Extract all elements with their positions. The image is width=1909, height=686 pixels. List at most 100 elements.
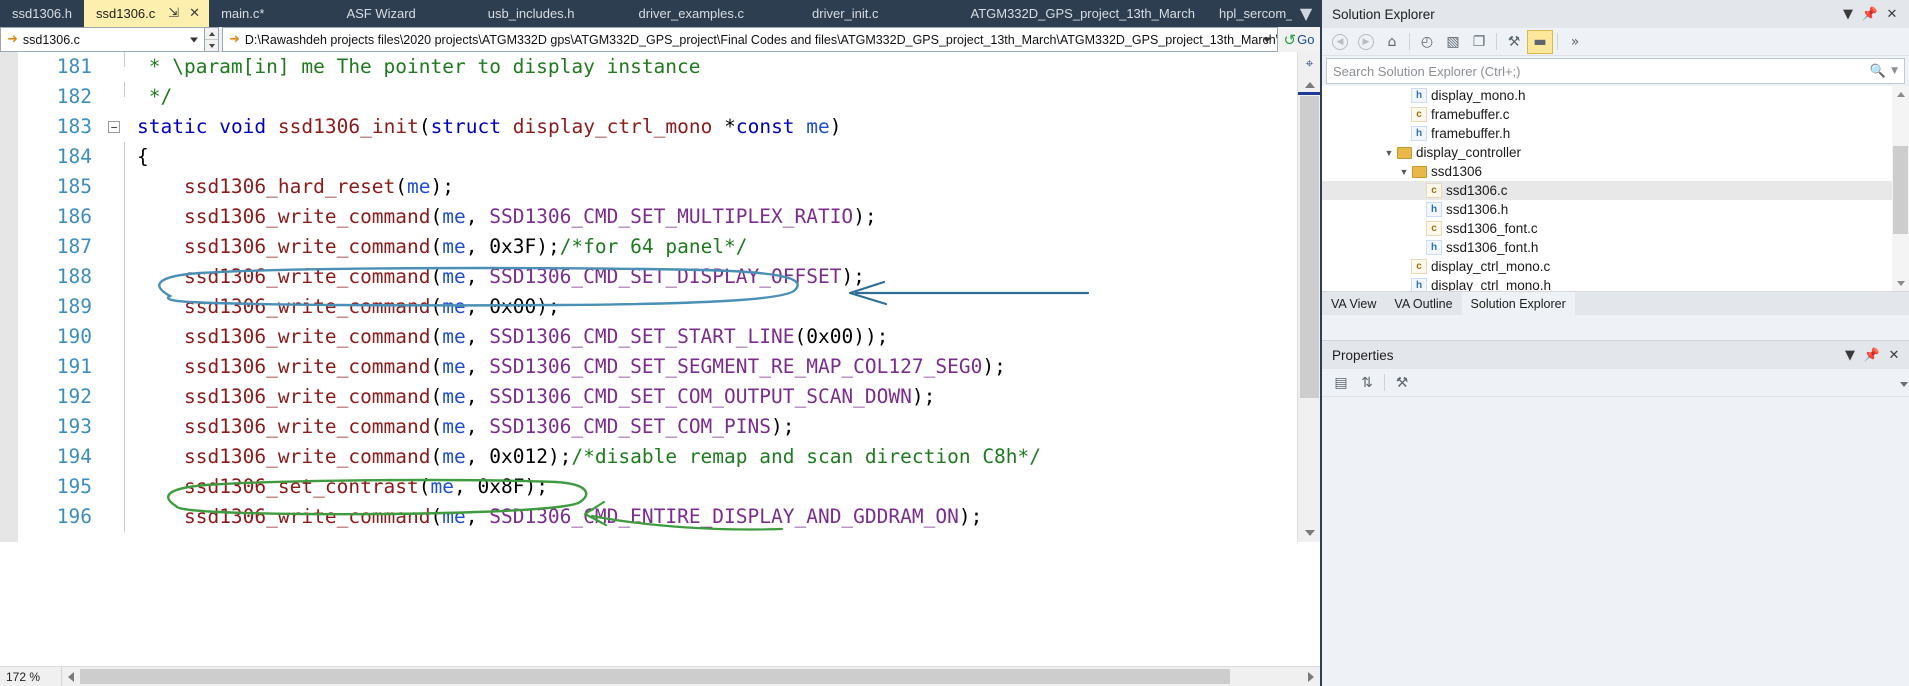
code-line-row[interactable]: 193 ssd1306_write_command(me, SSD1306_CM… [0,412,1297,442]
editor-tab-usb-includes-h[interactable]: usb_includes.h [476,0,587,27]
editor-tab-ssd1306-c[interactable]: ssd1306.c ⇲ ✕ [84,0,210,27]
search-solution-explorer-input[interactable]: Search Solution Explorer (Ctrl+;) 🔍 ▼ [1326,58,1905,84]
tree-item-display-ctrl-mono-c[interactable]: c display_ctrl_mono.c [1322,257,1909,276]
solution-explorer-scroll-thumb[interactable] [1893,146,1908,234]
code-line-text[interactable]: ssd1306_write_command(me, 0x3F);/*for 64… [125,232,1297,262]
properties-wrench-icon[interactable]: ⚒ [1501,30,1527,54]
code-line-text[interactable]: */ [125,82,1297,112]
close-icon[interactable]: ✕ [184,7,205,20]
horizontal-scroll-thumb[interactable] [80,669,1230,684]
close-icon[interactable]: ✕ [1881,3,1903,25]
code-line-row[interactable]: 195 ssd1306_set_contrast(me, 0x8F); [0,472,1297,502]
code-line-text[interactable]: ssd1306_write_command(me, SSD1306_CMD_SE… [125,412,1297,442]
nav-spinner-up[interactable] [205,28,218,40]
split-view-icon[interactable]: ⌖ [1298,52,1321,74]
search-icon[interactable]: 🔍 [1870,64,1886,79]
code-line-row[interactable]: 181 * \param[in] me The pointer to displ… [0,52,1297,82]
pin-icon[interactable]: 📌 [1859,3,1881,25]
pin-icon[interactable]: 📌 [1861,344,1883,366]
code-line-text[interactable]: ssd1306_write_command(me, SSD1306_CMD_SE… [125,352,1297,382]
editor-tab-ssd1306-h[interactable]: ssd1306.h [0,0,84,27]
tree-item-display-controller[interactable]: ▼ display_controller [1322,143,1909,162]
horizontal-scroll-track[interactable] [80,667,1302,686]
code-line-text[interactable]: ssd1306_write_command(me, SSD1306_CMD_SE… [125,322,1297,352]
code-line-text[interactable]: static void ssd1306_init(struct display_… [125,112,1297,142]
alphabetical-view-icon[interactable]: ⇅ [1354,371,1380,395]
editor-tab-driver-examples-c[interactable]: driver_examples.c [627,0,757,27]
code-line-row[interactable]: 184 { [0,142,1297,172]
scroll-left-button[interactable] [62,667,80,686]
path-dropdown[interactable]: ➜ D:\Rawashdeh projects files\2020 proje… [222,27,1278,52]
tree-item-ssd1306-c[interactable]: c ssd1306.c [1322,181,1909,200]
property-pages-icon[interactable]: ⚒ [1389,371,1415,395]
tree-item-display-ctrl-mono-h[interactable]: h display_ctrl_mono.h [1322,276,1909,291]
tree-item-ssd1306-font-c[interactable]: c ssd1306_font.c [1322,219,1909,238]
code-line-text[interactable]: ssd1306_write_command(me, 0x012);/*disab… [125,442,1297,472]
chevron-down-icon[interactable]: ▼ [1839,344,1861,366]
editor-tab-main-c-[interactable]: main.c* [209,0,276,27]
tool-window-tab-va-outline[interactable]: VA Outline [1385,292,1461,315]
code-line-row[interactable]: 189 ssd1306_write_command(me, 0x00); [0,292,1297,322]
code-line-row[interactable]: 182 */ [0,82,1297,112]
chevron-down-icon[interactable]: ▼ [1837,3,1859,25]
code-line-row[interactable]: 194 ssd1306_write_command(me, 0x012);/*d… [0,442,1297,472]
tree-item-framebuffer-h[interactable]: h framebuffer.h [1322,124,1909,143]
tool-window-tab-solution-explorer[interactable]: Solution Explorer [1461,292,1575,315]
code-line-row[interactable]: 196 ssd1306_write_command(me, SSD1306_CM… [0,502,1297,532]
code-lines[interactable]: 181 * \param[in] me The pointer to displ… [0,52,1297,542]
code-line-row[interactable]: 187 ssd1306_write_command(me, 0x3F);/*fo… [0,232,1297,262]
tool-window-tab-va-view[interactable]: VA View [1322,292,1385,315]
editor-tab-asf-wizard[interactable]: ASF Wizard [334,0,427,27]
solution-explorer-scrollbar[interactable] [1892,86,1909,291]
symbol-dropdown[interactable]: ➜ ssd1306.c [0,27,205,52]
scroll-down-button[interactable] [1298,524,1321,542]
categorized-view-icon[interactable]: ▤ [1328,371,1354,395]
tree-item-display-mono-h[interactable]: h display_mono.h [1322,86,1909,105]
nav-spinner[interactable] [205,27,219,52]
vertical-scroll-thumb[interactable] [1300,96,1319,398]
code-editor-surface[interactable]: 181 * \param[in] me The pointer to displ… [0,52,1297,542]
more-icon[interactable]: » [1562,30,1588,54]
scroll-up-button[interactable] [1892,86,1909,102]
preview-selected-items-icon[interactable]: ▬ [1527,29,1553,54]
code-line-text[interactable]: ssd1306_write_command(me, 0x00); [125,292,1297,322]
scroll-right-button[interactable] [1302,667,1320,686]
editor-vertical-scrollbar[interactable]: ⌖ [1297,52,1321,542]
scroll-down-button[interactable] [1892,275,1909,291]
code-line-text[interactable]: * \param[in] me The pointer to display i… [125,52,1297,82]
code-line-row[interactable]: 188 ssd1306_write_command(me, SSD1306_CM… [0,262,1297,292]
code-line-row[interactable]: 185 ssd1306_hard_reset(me); [0,172,1297,202]
pending-changes-icon[interactable]: ◴ [1414,30,1440,54]
tab-overflow-button[interactable]: ▼ [1292,0,1320,27]
tree-item-ssd1306[interactable]: ▼ ssd1306 [1322,162,1909,181]
code-line-row[interactable]: 183− static void ssd1306_init(struct disp… [0,112,1297,142]
go-button[interactable]: ↺ Go [1278,27,1320,52]
code-line-text[interactable]: ssd1306_write_command(me, SSD1306_CMD_SE… [125,202,1297,232]
close-icon[interactable]: ✕ [1883,344,1905,366]
solution-explorer-tree[interactable]: h display_mono.h c framebuffer.c h framebuffe… [1322,86,1909,291]
code-line-text[interactable]: ssd1306_set_contrast(me, 0x8F); [125,472,1297,502]
sync-with-active-document-icon[interactable]: ▧ [1440,30,1466,54]
chevron-down-icon[interactable]: ▼ [1397,167,1411,177]
tree-item-ssd1306-font-h[interactable]: h ssd1306_font.h [1322,238,1909,257]
tree-item-ssd1306-h[interactable]: h ssd1306.h [1322,200,1909,219]
editor-tab-driver-init-c[interactable]: driver_init.c [800,0,890,27]
pin-icon[interactable]: ⇲ [163,7,184,20]
zoom-level-indicator[interactable]: 172 % [0,667,62,686]
collapse-region-icon[interactable]: − [104,121,124,133]
editor-tab-atgm332d-gps-project-13th-march[interactable]: ATGM332D_GPS_project_13th_March [958,0,1206,27]
code-line-row[interactable]: 191 ssd1306_write_command(me, SSD1306_CM… [0,352,1297,382]
code-line-text[interactable]: ssd1306_hard_reset(me); [125,172,1297,202]
code-line-text[interactable]: { [125,142,1297,172]
properties-scroll-down-button[interactable] [1896,369,1909,399]
nav-spinner-down[interactable] [205,40,218,51]
chevron-down-icon[interactable]: ▼ [1891,66,1898,76]
code-line-text[interactable]: ssd1306_write_command(me, SSD1306_CMD_SE… [125,382,1297,412]
code-line-row[interactable]: 190 ssd1306_write_command(me, SSD1306_CM… [0,322,1297,352]
code-line-row[interactable]: 186 ssd1306_write_command(me, SSD1306_CM… [0,202,1297,232]
refresh-icon[interactable]: ❐ [1466,30,1492,54]
home-icon[interactable]: ⌂ [1379,30,1405,54]
tree-item-framebuffer-c[interactable]: c framebuffer.c [1322,105,1909,124]
properties-grid[interactable] [1322,397,1909,686]
code-line-row[interactable]: 192 ssd1306_write_command(me, SSD1306_CM… [0,382,1297,412]
